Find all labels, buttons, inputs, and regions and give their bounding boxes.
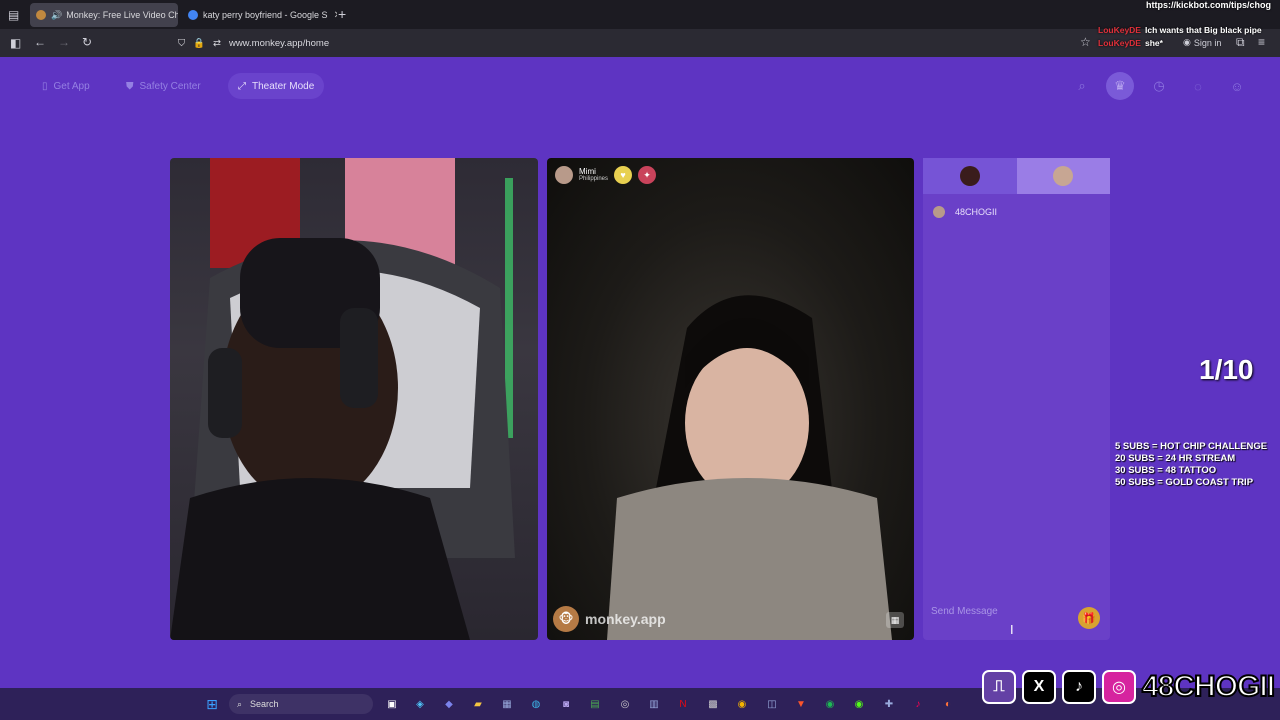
- tab-self[interactable]: [923, 158, 1017, 194]
- tab-match[interactable]: [1016, 158, 1110, 194]
- tab-title: katy perry boyfriend - Google S: [203, 10, 328, 20]
- brave-icon[interactable]: ▼: [793, 696, 809, 712]
- history-icon[interactable]: ◷: [1145, 72, 1173, 100]
- forward-icon[interactable]: →: [58, 36, 70, 48]
- match-video-frame: [607, 295, 892, 640]
- app-icon[interactable]: ◉: [851, 696, 867, 712]
- avatar: [959, 166, 980, 186]
- avatar: [1053, 166, 1074, 186]
- reload-icon[interactable]: ↻: [82, 36, 92, 48]
- overlay-tip-link: https://kickbot.com/tips/chog: [1146, 0, 1272, 10]
- menu-icon[interactable]: ≡: [1258, 36, 1265, 48]
- extensions-icon[interactable]: ⧉: [1236, 36, 1245, 48]
- close-tab-icon[interactable]: ✕: [334, 10, 337, 21]
- sub-counter: 1/10: [1199, 354, 1254, 385]
- sidebar-icon[interactable]: ◧: [10, 37, 21, 49]
- firefox-icon[interactable]: ◐: [940, 696, 956, 712]
- goal-item: 30 SUBS = 48 TATTOO: [1115, 465, 1217, 476]
- expand-icon: ⤢: [238, 80, 246, 92]
- gift-badge-icon: ✦: [638, 166, 657, 184]
- video-control-icon[interactable]: ▦: [886, 612, 904, 628]
- tab-monkey[interactable]: 🔊 Monkey: Free Live Video Ch ✕: [30, 3, 178, 27]
- app-icon[interactable]: ✚: [881, 696, 897, 712]
- tab-list-icon[interactable]: ▤: [8, 9, 19, 21]
- discord-icon[interactable]: ◙: [558, 696, 574, 712]
- gift-button-icon[interactable]: 🎁: [1078, 607, 1100, 629]
- twitch-icon: ⎍: [982, 670, 1016, 704]
- monkey-logo-icon: 🐵: [553, 606, 579, 632]
- monkey-favicon-icon: [36, 10, 46, 20]
- profile-icon[interactable]: ☺: [1223, 72, 1251, 100]
- x-icon: X: [1022, 670, 1056, 704]
- goal-item: 5 SUBS = HOT CHIP CHALLENGE: [1115, 441, 1268, 452]
- account-icon: ◉: [1183, 37, 1191, 47]
- search-icon: ⌕: [237, 698, 243, 709]
- google-favicon-icon: [188, 10, 198, 20]
- match-country: Philippines: [579, 176, 609, 183]
- theater-mode-button[interactable]: ⤢ Theater Mode: [228, 73, 325, 99]
- speaker-icon[interactable]: 🔊: [51, 10, 62, 21]
- spotify-icon[interactable]: ◉: [822, 696, 838, 712]
- search-icon[interactable]: ⌕: [1068, 72, 1096, 100]
- tiktok-icon: ♪: [1062, 670, 1096, 704]
- tiktok-icon[interactable]: ♪: [910, 696, 926, 712]
- goal-item: 20 SUBS = 24 HR STREAM: [1115, 453, 1236, 464]
- text-cursor-icon: I: [1010, 622, 1014, 637]
- tab-google[interactable]: katy perry boyfriend - Google S ✕: [182, 3, 337, 27]
- taskbar-search[interactable]: ⌕ Search: [229, 694, 373, 714]
- send-message-input[interactable]: Send Message: [931, 606, 998, 617]
- chat-icon[interactable]: ◌: [1184, 72, 1212, 100]
- tab-title: Monkey: Free Live Video Ch: [66, 10, 178, 20]
- safety-center-button[interactable]: ⛊ Safety Center: [116, 73, 211, 99]
- chat-tabs: [923, 158, 1110, 194]
- monkey-watermark: 🐵 monkey.app: [553, 606, 666, 632]
- streamer-video-frame: [170, 158, 515, 640]
- match-user-chip[interactable]: Mimi Philippines ♥ ✦: [555, 166, 657, 184]
- sign-in-button[interactable]: ◉ Sign in: [1183, 37, 1221, 48]
- get-app-button[interactable]: ▯ Get App: [32, 73, 100, 99]
- folder-icon[interactable]: ▰: [470, 696, 486, 712]
- edge-icon[interactable]: ◍: [528, 696, 544, 712]
- app-icon[interactable]: ▤: [587, 696, 603, 712]
- copilot-icon[interactable]: ◈: [412, 696, 428, 712]
- chrome-icon[interactable]: ◉: [734, 696, 750, 712]
- remote-video: Mimi Philippines ♥ ✦ 🐵 monkey.app ▦: [547, 158, 914, 640]
- netflix-icon[interactable]: N: [675, 696, 691, 712]
- lock-icon: 🔒: [193, 37, 205, 49]
- app-icon[interactable]: ▥: [646, 696, 662, 712]
- avatar: [555, 166, 573, 184]
- browser-nav-bar: ◧ ← → ↻ ⛉ 🔒 ⇄ www.monkey.app/home ☆ ◉ Si…: [0, 29, 1280, 57]
- goal-item: 50 SUBS = GOLD COAST TRIP: [1115, 477, 1254, 488]
- overlay-chat-message: LouKeyDE she*: [1098, 38, 1163, 48]
- address-bar[interactable]: ⛉ 🔒 ⇄ www.monkey.app/home: [178, 32, 1103, 54]
- heart-badge-icon: ♥: [614, 166, 633, 184]
- match-name: Mimi: [579, 166, 596, 176]
- overlay-chat-message: LouKeyDE Ich wants that Big black pipe: [1098, 25, 1262, 35]
- bookmark-star-icon[interactable]: ☆: [1080, 36, 1091, 48]
- sub-goals: 5 SUBS = HOT CHIP CHALLENGE 20 SUBS = 24…: [1115, 441, 1267, 489]
- back-icon[interactable]: ←: [34, 36, 46, 48]
- windows-start-icon[interactable]: ⊞: [204, 696, 220, 712]
- new-tab-button[interactable]: +: [338, 7, 346, 21]
- streamer-handle: 48CHOGII: [1141, 669, 1276, 704]
- social-handles: ⎍ X ♪ ◎ 48CHOGII: [982, 669, 1276, 704]
- local-video: [170, 158, 538, 640]
- browser-tab-bar: ▤ 🔊 Monkey: Free Live Video Ch ✕ katy pe…: [0, 0, 1280, 29]
- phone-icon: ▯: [42, 80, 48, 92]
- task-view-icon[interactable]: ▣: [384, 696, 400, 712]
- shield-icon: ⛊: [126, 80, 134, 92]
- app-icon[interactable]: ◫: [764, 696, 780, 712]
- crown-icon[interactable]: ♛: [1106, 72, 1134, 100]
- teams-icon[interactable]: ◆: [441, 696, 457, 712]
- url-text: www.monkey.app/home: [228, 37, 330, 49]
- chat-panel: 48CHOGII Send Message 🎁: [923, 158, 1110, 640]
- instagram-icon: ◎: [1102, 670, 1136, 704]
- avatar: [933, 206, 945, 218]
- store-icon[interactable]: ▦: [499, 696, 515, 712]
- shield-icon[interactable]: ⛉: [178, 38, 185, 49]
- permissions-icon[interactable]: ⇄: [213, 38, 221, 49]
- obs-icon[interactable]: ◎: [617, 696, 633, 712]
- chat-message: 48CHOGII: [933, 206, 997, 218]
- app-icon[interactable]: ▩: [705, 696, 721, 712]
